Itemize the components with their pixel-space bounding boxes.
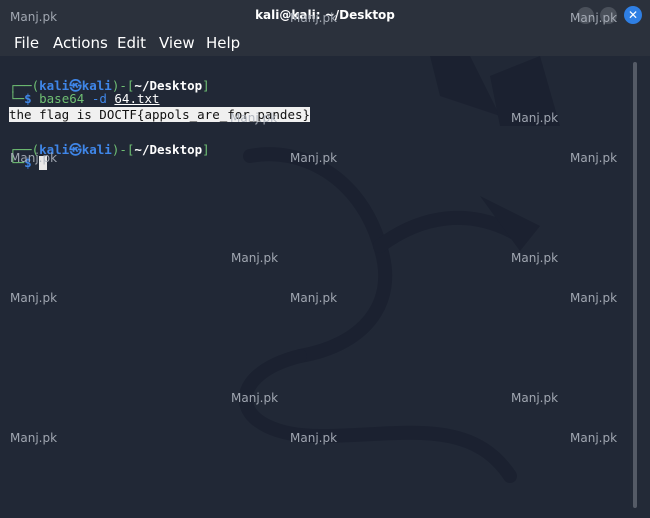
close-icon: ✕ [627,8,639,22]
menu-bar: File Actions Edit View Help [0,32,650,56]
watermark: Manj.pk [511,391,559,405]
menu-help[interactable]: Help [206,34,240,52]
scrollbar-thumb[interactable] [633,62,637,508]
menu-actions[interactable]: Actions [53,34,108,52]
menu-view[interactable]: View [159,34,195,52]
watermark: Manj.pk [570,151,618,165]
watermark: Manj.pk [290,11,338,25]
watermark: Manj.pk [570,431,618,445]
close-button[interactable]: ✕ [624,6,642,24]
watermark: Manj.pk [570,291,618,305]
kali-dragon-logo [238,56,560,483]
terminal-window: kali@kali: ~/Desktop ✕ File Actions Edit… [0,0,650,518]
watermark: Manj.pk [230,111,278,125]
watermark: Manj.pk [511,111,559,125]
menu-edit[interactable]: Edit [117,34,146,52]
watermark: Manj.pk [10,151,58,165]
watermark: Manj.pk [10,431,58,445]
watermark: Manj.pk [511,251,559,265]
menu-file[interactable]: File [14,34,39,52]
watermark: Manj.pk [290,291,338,305]
watermark: Manj.pk [10,291,58,305]
watermark: Manj.pk [231,251,279,265]
watermark: Manj.pk [10,10,58,24]
watermark: Manj.pk [290,431,338,445]
command-line: └─$ base64 -d 64.txt [9,91,160,106]
watermark: Manj.pk [570,11,618,25]
terminal-area[interactable]: ┌──(kali㉿kali)-[~/Desktop] └─$ base64 -d… [0,56,630,518]
watermark: Manj.pk [231,391,279,405]
watermark: Manj.pk [290,151,338,165]
